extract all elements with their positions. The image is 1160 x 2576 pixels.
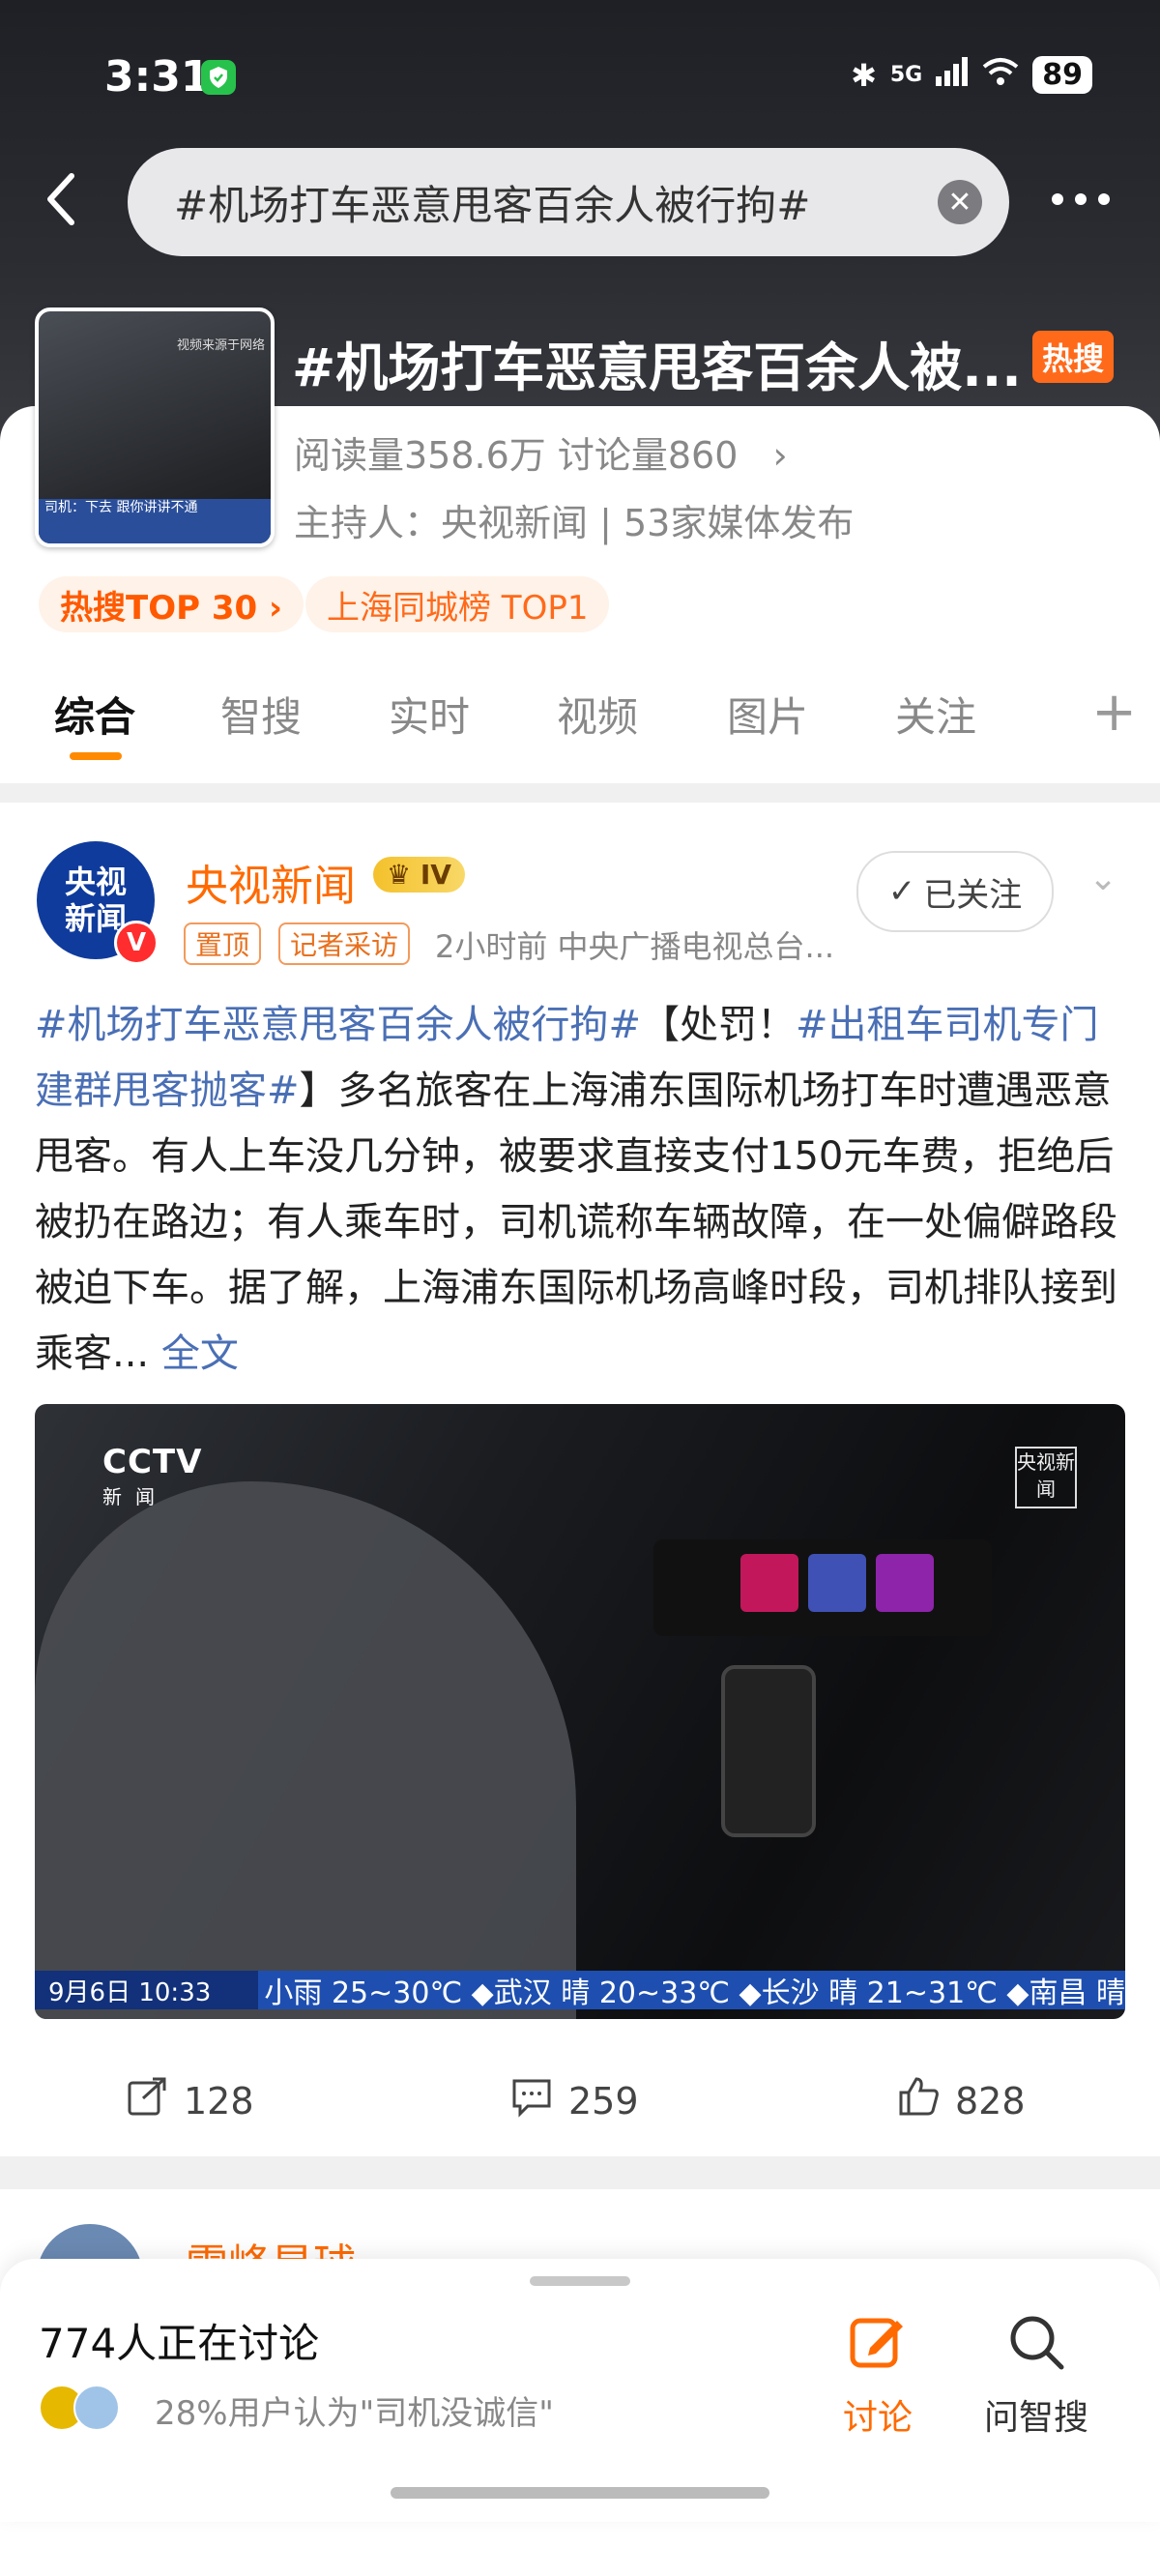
participant-avatars <box>39 2385 120 2431</box>
tab-smart-search[interactable]: 智搜 <box>220 685 302 744</box>
like-button[interactable]: 828 <box>897 2075 1026 2126</box>
followed-button[interactable]: ✓ 已关注 <box>856 851 1054 932</box>
post-actions: 128 259 828 <box>0 2075 1160 2152</box>
home-indicator[interactable] <box>391 2487 769 2499</box>
news-ticker: 9月6日 10:33 小雨 25~30℃ ◆武汉 晴 20~33℃ ◆长沙 晴 … <box>35 1971 1125 2010</box>
check-icon: ✓ <box>887 872 916 911</box>
ask-smart-search-button[interactable]: 问智搜 <box>984 2311 1088 2440</box>
search-bar[interactable]: #机场打车恶意甩客百余人被行拘# ✕ <box>128 148 1009 256</box>
smart-search-icon <box>1005 2311 1067 2382</box>
chevron-right-icon: › <box>772 434 788 477</box>
topic-host: 主持人：央视新闻 | 53家媒体发布 <box>294 502 855 544</box>
full-text-link[interactable]: 全文 <box>161 1332 239 1376</box>
back-button[interactable] <box>43 170 81 228</box>
pinned-tag: 置顶 <box>184 922 262 965</box>
author-name[interactable]: 央视新闻 <box>186 851 356 913</box>
share-icon <box>126 2075 168 2126</box>
thumbnail-caption: 司机：下去 跟你讲讲不通 <box>44 500 198 515</box>
hot-search-rank-tag[interactable]: 热搜TOP 30 › <box>39 576 304 632</box>
topic-thumbnail[interactable]: 视频来源于网络 司机：下去 跟你讲讲不通 <box>35 307 275 547</box>
topic-stats-text: 阅读量358.6万 讨论量860 <box>294 434 739 477</box>
topic-stats[interactable]: 阅读量358.6万 讨论量860 › <box>294 425 788 479</box>
status-icons: ✱ 5G 89 <box>851 56 1092 94</box>
tab-following[interactable]: 关注 <box>895 685 976 744</box>
add-tab-icon[interactable]: + <box>1091 681 1137 744</box>
cctv-logo: CCTV 新闻 <box>102 1443 203 1508</box>
sheet-handle[interactable] <box>530 2276 630 2286</box>
battery-indicator: 89 <box>1032 56 1092 94</box>
video-person <box>35 1481 576 2019</box>
status-time: 3:31 <box>104 52 211 102</box>
edit-icon <box>847 2311 909 2382</box>
comment-button[interactable]: 259 <box>510 2075 639 2126</box>
reporter-tag: 记者采访 <box>278 922 411 965</box>
topic-title: #机场打车恶意甩客百余人被... <box>292 337 1022 398</box>
post-meta: 2小时前 中央广播电视总台... <box>435 928 835 965</box>
repost-button[interactable]: 128 <box>126 2075 254 2126</box>
hashtag-link[interactable]: #机场打车恶意甩客百余人被行拘# <box>35 1003 641 1047</box>
city-rank-tag[interactable]: 上海同城榜 TOP1 <box>305 576 610 632</box>
comment-icon <box>510 2075 553 2126</box>
security-shield-icon <box>201 60 236 95</box>
clear-icon[interactable]: ✕ <box>938 180 982 224</box>
chevron-down-icon[interactable]: ⌄ <box>1088 859 1117 898</box>
thumbs-up-icon <box>897 2075 940 2126</box>
watermark-logo: 央视新闻 <box>1015 1447 1077 1508</box>
signal-icon <box>936 56 969 94</box>
ticker-date: 9月6日 10:33 <box>35 1971 259 2009</box>
ticker-text: 小雨 25~30℃ ◆武汉 晴 20~33℃ ◆长沙 晴 21~31℃ ◆南昌 … <box>264 1976 1125 2010</box>
post-body: #机场打车恶意甩客百余人被行拘#【处罚！#出租车司机专门建群甩客抛客#】多名旅客… <box>35 1003 1117 1376</box>
video-phone <box>721 1665 816 1837</box>
search-query[interactable]: #机场打车恶意甩客百余人被行拘# <box>174 173 810 232</box>
more-options-icon[interactable] <box>1052 193 1110 205</box>
tab-realtime[interactable]: 实时 <box>389 685 470 744</box>
active-tab-indicator <box>70 752 122 760</box>
thumbnail-source: 视频来源于网络 <box>176 338 265 353</box>
crown-icon: ♛ <box>387 859 420 891</box>
wifi-icon <box>982 57 1019 94</box>
discussing-count: 774人正在讨论 <box>39 2320 320 2367</box>
tab-comprehensive[interactable]: 综合 <box>54 685 135 744</box>
video-dashboard <box>653 1539 992 1636</box>
hot-badge: 热搜 <box>1032 331 1115 383</box>
post-video[interactable]: CCTV 新闻 央视新闻 9月6日 10:33 小雨 25~30℃ ◆武汉 晴 … <box>35 1404 1125 2019</box>
opinion-summary: 28%用户认为"司机没诚信" <box>155 2394 554 2433</box>
discuss-button[interactable]: 讨论 <box>843 2311 913 2440</box>
verified-badge-icon: V <box>114 921 159 965</box>
bluetooth-icon: ✱ <box>851 56 877 94</box>
network-label: 5G <box>889 63 923 87</box>
level-badge: ♛ IV <box>373 857 465 893</box>
tab-images[interactable]: 图片 <box>727 685 808 744</box>
tab-video[interactable]: 视频 <box>557 685 638 744</box>
